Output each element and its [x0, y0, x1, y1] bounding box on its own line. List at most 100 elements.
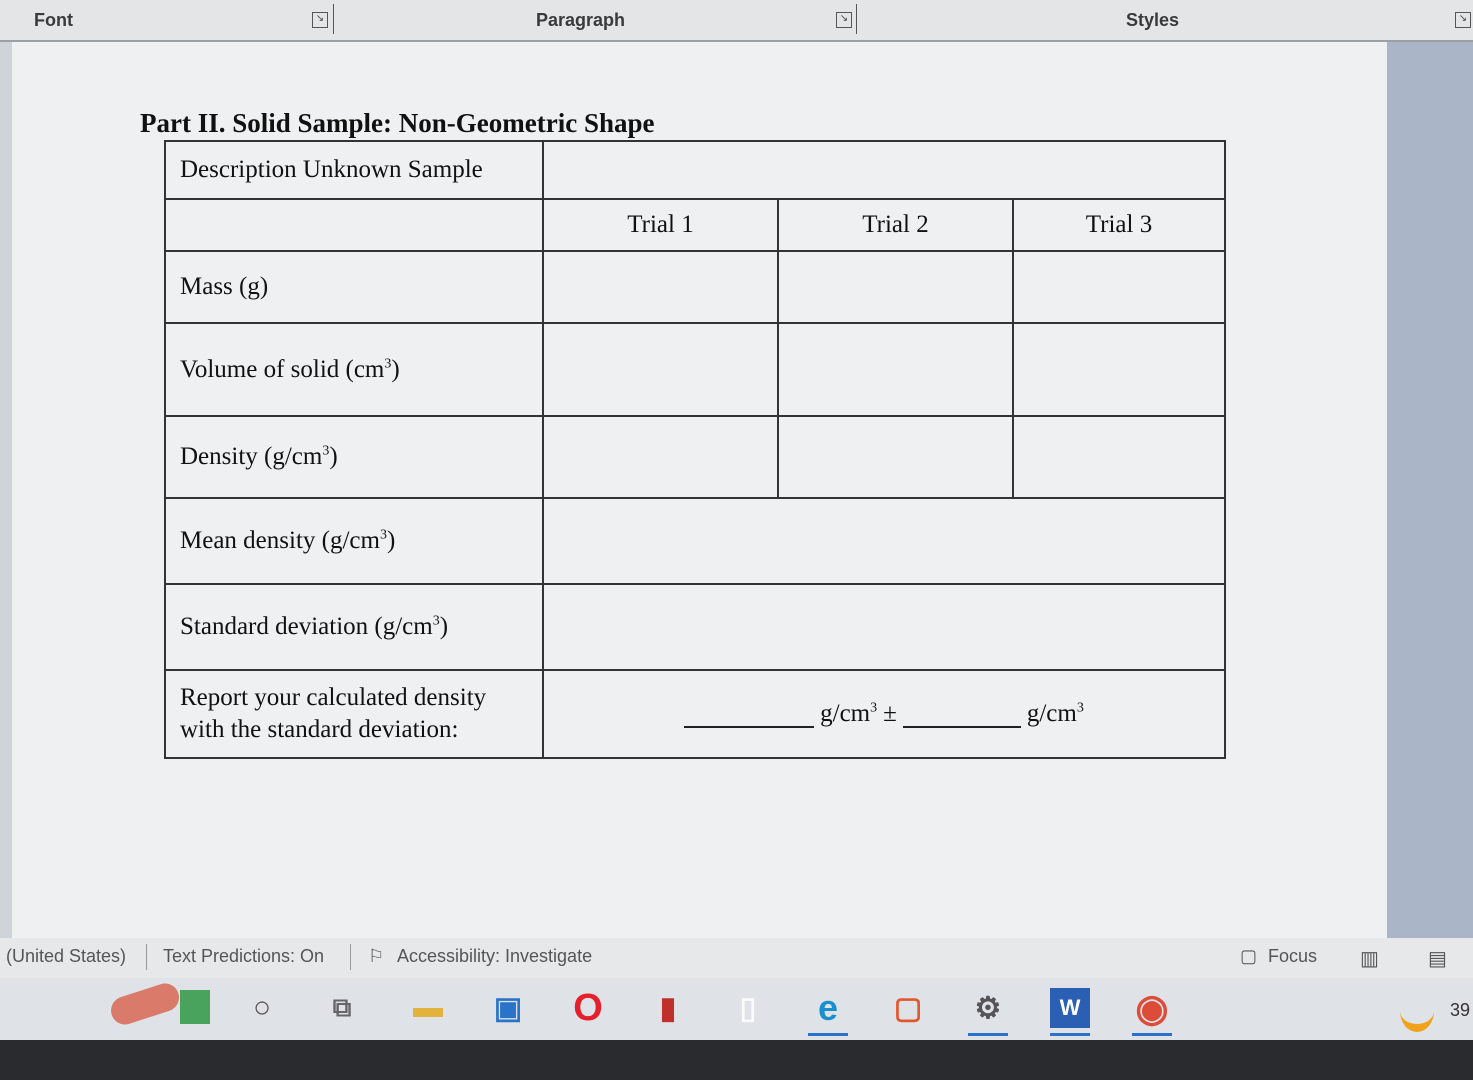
status-separator [146, 944, 147, 970]
unit-a-text: g/cm [820, 700, 871, 727]
language-status[interactable]: (United States) [6, 946, 126, 967]
clock-text[interactable]: 39 [1450, 1000, 1470, 1021]
screen-bezel [0, 1040, 1473, 1080]
trial-2-header[interactable]: Trial 2 [777, 198, 1014, 252]
paragraph-group-label: Paragraph [536, 10, 626, 30]
section-title: Part II. Solid Sample: Non-Geometric Sha… [140, 108, 655, 138]
blank-file-icon[interactable]: ▯ [728, 988, 768, 1028]
trial-2-label: Trial 2 [862, 211, 929, 238]
office-app-icon[interactable]: ▮ [648, 988, 688, 1028]
word-icon[interactable]: W [1050, 988, 1090, 1036]
superscript-3: 3 [870, 700, 878, 716]
report-value-cell[interactable]: g/cm3 ± g/cm3 [542, 669, 1226, 759]
font-dialog-launcher-icon[interactable]: ↘ [312, 12, 328, 28]
std-dev-label-cell[interactable]: Standard deviation (g/cm3) [164, 583, 544, 671]
canvas-margin [1387, 42, 1473, 938]
store-icon[interactable]: ▣ [488, 988, 528, 1028]
mass-trial-3-cell[interactable] [1012, 250, 1226, 324]
table-row: Mean density (g/cm3) [164, 497, 1226, 585]
volume-trial-1-cell[interactable] [542, 322, 779, 417]
mean-density-label-cell[interactable]: Mean density (g/cm3) [164, 497, 544, 585]
trial-1-header[interactable]: Trial 1 [542, 198, 779, 252]
desktop-widget-icon[interactable] [107, 979, 183, 1029]
density-trial-2-cell[interactable] [777, 415, 1014, 499]
table-row: Volume of solid (cm3) [164, 322, 1226, 417]
table-row: Standard deviation (g/cm3) [164, 583, 1226, 671]
report-label-cell[interactable]: Report your calculated density with the … [164, 669, 544, 759]
trial-1-label: Trial 1 [627, 211, 694, 238]
table-row: Report your calculated density with the … [164, 669, 1226, 759]
close-paren: ) [391, 355, 400, 383]
density-trial-3-cell[interactable] [1012, 415, 1226, 499]
notebook-icon[interactable] [180, 990, 210, 1024]
description-label: Description Unknown Sample [180, 156, 483, 183]
read-mode-icon[interactable]: ▥ [1360, 946, 1379, 971]
std-dev-label: Standard deviation (g/cm [180, 613, 433, 640]
opera-icon[interactable]: O [568, 987, 608, 1029]
volume-label-cell[interactable]: Volume of solid (cm3) [164, 322, 544, 417]
accessibility-icon: ⚐ [368, 946, 385, 966]
office-icon[interactable]: ▢ [888, 988, 928, 1028]
start-circle-icon[interactable]: ○ [242, 988, 282, 1028]
print-layout-icon[interactable]: ▤ [1428, 946, 1447, 971]
unit-b-text: g/cm [1026, 700, 1077, 727]
unit-b: g/cm3 [1027, 700, 1084, 728]
document-page[interactable]: Part II. Solid Sample: Non-Geometric Sha… [12, 42, 1387, 938]
mean-density-label: Mean density (g/cm [180, 527, 380, 554]
styles-group-label: Styles [1126, 10, 1180, 30]
volume-trial-3-cell[interactable] [1012, 322, 1226, 417]
density-trial-1-cell[interactable] [542, 415, 779, 499]
report-label-line-1: Report your calculated density [180, 684, 487, 711]
weather-icon[interactable] [1400, 990, 1434, 1032]
paragraph-dialog-launcher-icon[interactable]: ↘ [836, 12, 852, 28]
ribbon-separator [856, 4, 857, 34]
styles-dialog-launcher-icon[interactable]: ↘ [1455, 12, 1471, 28]
status-bar: (United States) Text Predictions: On ⚐ A… [0, 938, 1473, 978]
table-row: Density (g/cm3) [164, 415, 1226, 499]
density-blank[interactable] [684, 702, 815, 728]
accessibility-status[interactable]: Accessibility: Investigate [397, 946, 592, 967]
mass-trial-2-cell[interactable] [777, 250, 1014, 324]
mass-label-cell[interactable]: Mass (g) [164, 250, 544, 324]
status-separator [350, 944, 351, 970]
unit-a: g/cm3 [820, 700, 877, 728]
plus-minus-sign: ± [883, 700, 897, 727]
empty-header-cell[interactable] [164, 198, 544, 252]
mean-density-value-cell[interactable] [542, 497, 1226, 585]
description-input-cell[interactable] [542, 140, 1226, 200]
std-dev-value-cell[interactable] [542, 583, 1226, 671]
taskbar: ○ ⧉ ▬ ▣ O ▮ ▯ e ▢ ⚙ W ◉ 39 [0, 978, 1473, 1040]
density-label-cell[interactable]: Density (g/cm3) [164, 415, 544, 499]
table-row: Description Unknown Sample [164, 140, 1226, 200]
file-explorer-icon[interactable]: ▬ [408, 988, 448, 1028]
chrome-icon[interactable]: ◉ [1132, 988, 1172, 1036]
mass-trial-1-cell[interactable] [542, 250, 779, 324]
focus-mode-button[interactable]: Focus [1268, 946, 1317, 967]
document-canvas[interactable]: Part II. Solid Sample: Non-Geometric Sha… [0, 42, 1473, 938]
superscript-3: 3 [1076, 700, 1084, 716]
table-row: Trial 1 Trial 2 Trial 3 [164, 198, 1226, 252]
volume-trial-2-cell[interactable] [777, 322, 1014, 417]
superscript-3: 3 [379, 527, 387, 543]
mass-label: Mass (g) [180, 273, 269, 300]
trial-3-label: Trial 3 [1085, 211, 1153, 238]
volume-label: Volume of solid (cm [180, 355, 385, 383]
text-predictions-status[interactable]: Text Predictions: On [163, 946, 324, 967]
settings-icon[interactable]: ⚙ [968, 988, 1008, 1036]
focus-icon: ▢ [1240, 946, 1258, 966]
table-row: Mass (g) [164, 250, 1226, 324]
edge-icon[interactable]: e [808, 987, 848, 1036]
font-group-label: Font [34, 10, 73, 30]
description-label-cell[interactable]: Description Unknown Sample [164, 140, 544, 200]
ribbon-group-labels: Font ↘ Paragraph ↘ Styles ↘ [0, 0, 1473, 42]
close-paren: ) [386, 527, 396, 554]
data-table[interactable]: Description Unknown Sample Trial 1 Trial… [164, 140, 1226, 759]
task-view-icon[interactable]: ⧉ [322, 988, 362, 1028]
report-label-line-2: with the standard deviation: [180, 716, 459, 743]
close-paren: ) [329, 443, 338, 470]
std-dev-blank[interactable] [902, 702, 1021, 728]
trial-3-header[interactable]: Trial 3 [1012, 198, 1226, 252]
close-paren: ) [439, 613, 449, 640]
superscript-3: 3 [432, 613, 440, 629]
report-answer-line: g/cm3 ± g/cm3 [558, 700, 1210, 728]
